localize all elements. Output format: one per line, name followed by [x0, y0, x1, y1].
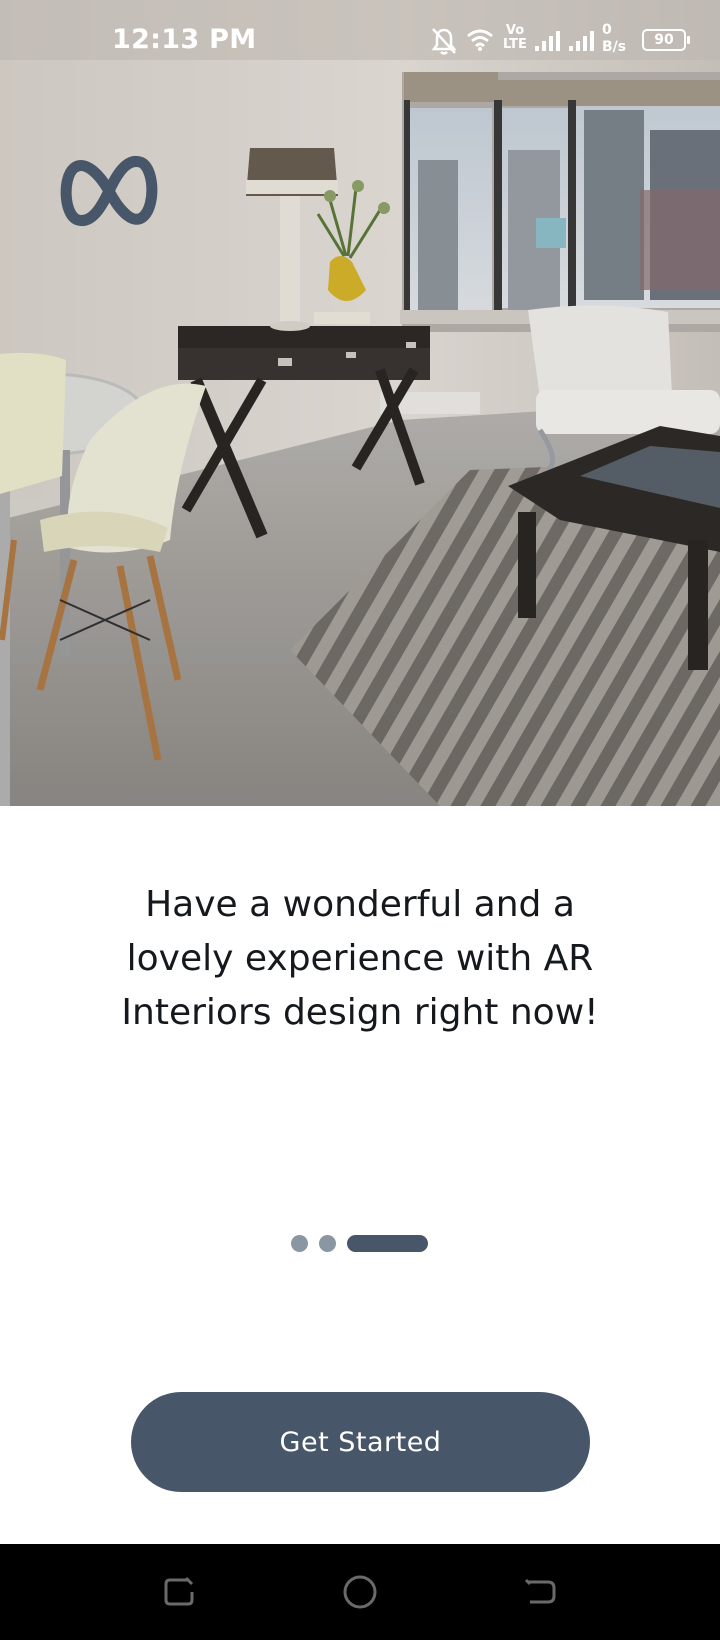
home-icon[interactable] [338, 1572, 382, 1612]
battery-icon: 90 [642, 29, 690, 51]
status-bar: 12:13 PM Vo LTE 0 B/s 90 [0, 0, 720, 80]
headline-line-2: lovely experience with AR [126, 938, 594, 979]
battery-level: 90 [654, 32, 674, 48]
page-dot-2[interactable] [319, 1235, 336, 1252]
hero-photo [0, 0, 720, 806]
get-started-button[interactable]: Get Started [131, 1392, 590, 1492]
headline-line-1: Have a wonderful and a [145, 884, 575, 925]
status-time: 12:13 PM [112, 24, 257, 55]
wifi-icon [467, 29, 493, 51]
volte-icon: Vo LTE [503, 23, 527, 52]
onboarding-headline: Have a wonderful and a lovely experience… [100, 878, 620, 1040]
recents-icon[interactable] [158, 1572, 202, 1612]
signal-icon [569, 31, 594, 51]
back-icon[interactable] [518, 1572, 562, 1612]
page-indicator [0, 1235, 720, 1253]
mute-notifications-icon [431, 28, 457, 55]
headline-line-3: Interiors design right now! [121, 992, 599, 1033]
net-speed-value: 0 [602, 22, 612, 38]
net-speed-unit: B/s [602, 39, 627, 55]
net-speed: 0 B/s [602, 22, 626, 56]
page-dot-1[interactable] [291, 1235, 308, 1252]
status-icons: Vo LTE 0 B/s 90 [430, 22, 700, 62]
signal-icon [535, 31, 560, 51]
living-room-illustration [0, 0, 720, 806]
page-dot-3-active[interactable] [347, 1235, 428, 1252]
system-navigation-bar [0, 1544, 720, 1640]
infinity-logo-icon [60, 156, 158, 226]
